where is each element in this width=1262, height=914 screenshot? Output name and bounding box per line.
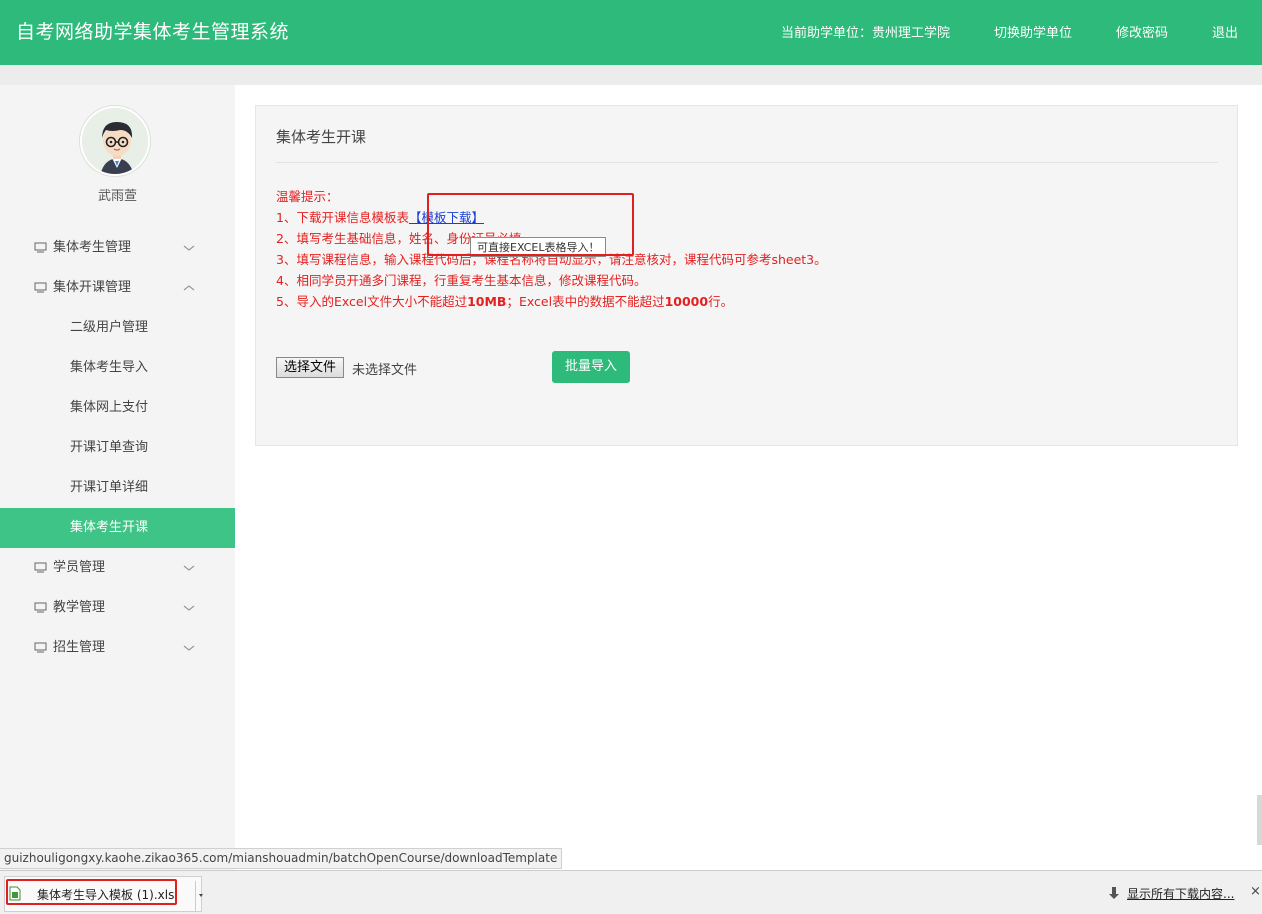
tip-line-5-text: 行。 <box>708 294 734 309</box>
avatar <box>80 106 150 176</box>
monitor-icon <box>34 282 47 293</box>
header-nav: 当前助学单位：贵州理工学院 切换助学单位 修改密码 退出 <box>781 22 1238 41</box>
sidebar-item-label: 招生管理 <box>53 640 106 655</box>
page-title: 集体考生开课 <box>276 128 367 146</box>
tip-row-limit: 10000 <box>664 294 709 309</box>
tip-line-1-text: 1、下载开课信息模板表 <box>276 210 409 225</box>
status-bar-url: guizhouligongxy.kaohe.zikao365.com/mians… <box>0 848 563 869</box>
top-header: 自考网络助学集体考生管理系统 当前助学单位：贵州理工学院 切换助学单位 修改密码… <box>0 0 1262 65</box>
open-course-panel: 集体考生开课 温馨提示： 1、下载开课信息模板表【模板下载】 2、填写考生基础信… <box>255 105 1238 446</box>
chevron-down-icon <box>183 245 195 251</box>
monitor-icon <box>34 642 47 653</box>
sidebar-menu: 集体考生管理 集体开课管理 二级用户管理 集体考生导入 集体网上支付 开课订单查… <box>0 228 235 668</box>
sidebar-subitem-order-detail[interactable]: 开课订单详细 <box>0 468 235 508</box>
scrollbar-thumb[interactable] <box>1257 795 1262 845</box>
sidebar-item-enrollment[interactable]: 招生管理 <box>0 628 235 668</box>
divider <box>276 162 1218 163</box>
show-all-downloads-link[interactable]: 显示所有下载内容... <box>1127 885 1234 902</box>
sidebar-subitem-online-payment[interactable]: 集体网上支付 <box>0 388 235 428</box>
download-bar: 集体考生导入模板 (1).xls 显示所有下载内容... × <box>0 870 1262 914</box>
header-spacer <box>0 65 1262 85</box>
change-password-link[interactable]: 修改密码 <box>1116 22 1168 41</box>
choose-file-button[interactable]: 选择文件 <box>276 357 345 378</box>
tip-line-5-text: 5、导入的Excel文件大小不能超过 <box>276 294 468 309</box>
tip-line-4: 4、相同学员开通多门课程，行重复考生基本信息，修改课程代码。 <box>276 273 647 288</box>
avatar-illustration-icon <box>82 108 148 174</box>
sidebar-item-label: 集体考生管理 <box>53 240 132 255</box>
logout-link[interactable]: 退出 <box>1212 22 1238 41</box>
chevron-down-icon <box>183 645 195 651</box>
app-title: 自考网络助学集体考生管理系统 <box>16 21 290 43</box>
download-arrow-icon <box>1109 887 1119 899</box>
switch-unit-link[interactable]: 切换助学单位 <box>994 22 1072 41</box>
batch-import-button[interactable]: 批量导入 <box>552 351 630 383</box>
monitor-icon <box>34 602 47 613</box>
dropdown-arrow-icon[interactable] <box>195 881 207 911</box>
highlight-box-template <box>427 193 634 256</box>
sidebar-subitem-student-import[interactable]: 集体考生导入 <box>0 348 235 388</box>
sidebar: 武雨萱 集体考生管理 集体开课管理 二级用户管理 集体考生导入 集体网上支付 开… <box>0 85 235 875</box>
monitor-icon <box>34 562 47 573</box>
sidebar-subitem-open-course[interactable]: 集体考生开课 <box>0 508 235 548</box>
chevron-down-icon <box>183 605 195 611</box>
tip-line-5-text: ；Excel表中的数据不能超过 <box>506 294 665 309</box>
chevron-down-icon <box>183 565 195 571</box>
sidebar-subitem-secondary-users[interactable]: 二级用户管理 <box>0 308 235 348</box>
sidebar-item-students[interactable]: 学员管理 <box>0 548 235 588</box>
sidebar-item-teaching[interactable]: 教学管理 <box>0 588 235 628</box>
sidebar-item-label: 学员管理 <box>53 560 106 575</box>
sidebar-item-collective-students[interactable]: 集体考生管理 <box>0 228 235 268</box>
chevron-up-icon <box>183 285 195 291</box>
username: 武雨萱 <box>97 189 137 204</box>
highlight-box-download <box>6 879 177 905</box>
current-unit-link[interactable]: 当前助学单位：贵州理工学院 <box>781 22 950 41</box>
monitor-icon <box>34 242 47 253</box>
sidebar-item-collective-courses[interactable]: 集体开课管理 <box>0 268 235 308</box>
tip-size-limit: 10MB <box>467 294 507 309</box>
file-status-text: 未选择文件 <box>352 363 418 378</box>
sidebar-item-label: 教学管理 <box>53 600 106 615</box>
sidebar-subitem-order-query[interactable]: 开课订单查询 <box>0 428 235 468</box>
sidebar-item-label: 集体开课管理 <box>53 280 132 295</box>
close-download-bar-icon[interactable]: × <box>1250 884 1261 899</box>
tip-line-5: 5、导入的Excel文件大小不能超过10MB；Excel表中的数据不能超过100… <box>276 291 827 312</box>
